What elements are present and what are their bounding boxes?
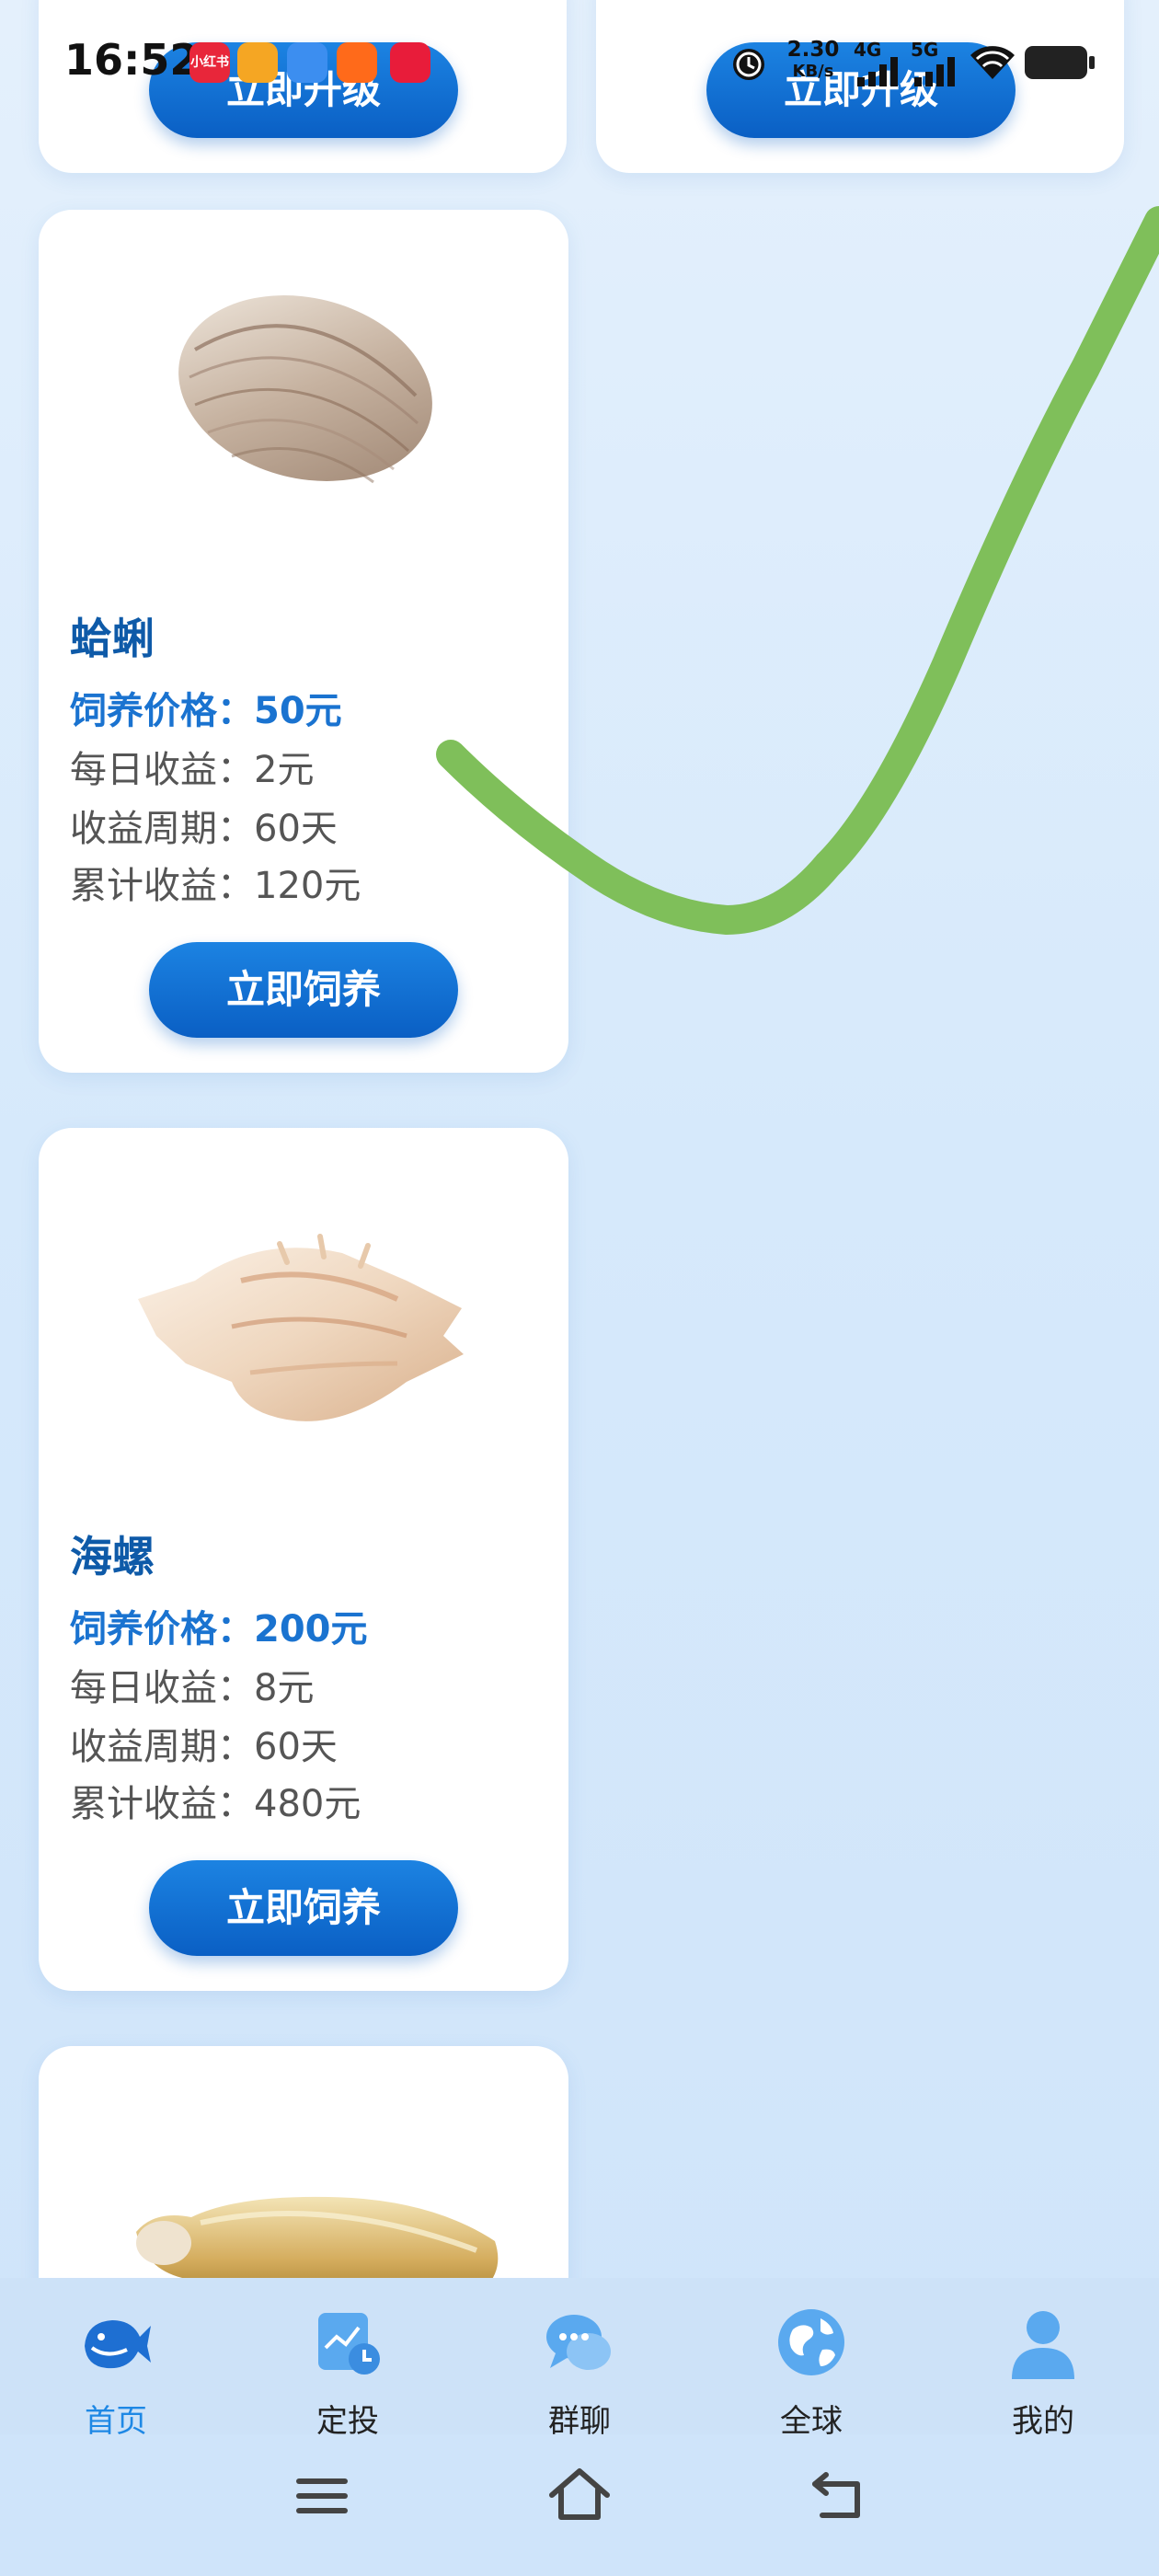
bottom-tab-bar: 首页 定投 群聊 全球 我的	[0, 2278, 1159, 2440]
person-icon	[1012, 2311, 1074, 2379]
chart-clock-icon	[318, 2313, 380, 2375]
tab-mine[interactable]: 我的	[970, 2296, 1117, 2440]
menu-icon[interactable]	[293, 2471, 351, 2521]
back-icon[interactable]	[808, 2467, 868, 2523]
chat-bubbles-icon	[546, 2315, 611, 2370]
tab-group-chat[interactable]: 群聊	[506, 2296, 653, 2440]
home-icon[interactable]	[546, 2466, 613, 2523]
tab-global[interactable]: 全球	[738, 2296, 885, 2440]
tab-home[interactable]: 首页	[42, 2296, 189, 2440]
whale-icon	[85, 2320, 151, 2369]
globe-icon	[778, 2309, 844, 2375]
tab-fixed-invest[interactable]: 定投	[274, 2296, 421, 2440]
system-nav-bar	[0, 2434, 1159, 2576]
annotation-stroke	[436, 206, 1159, 935]
